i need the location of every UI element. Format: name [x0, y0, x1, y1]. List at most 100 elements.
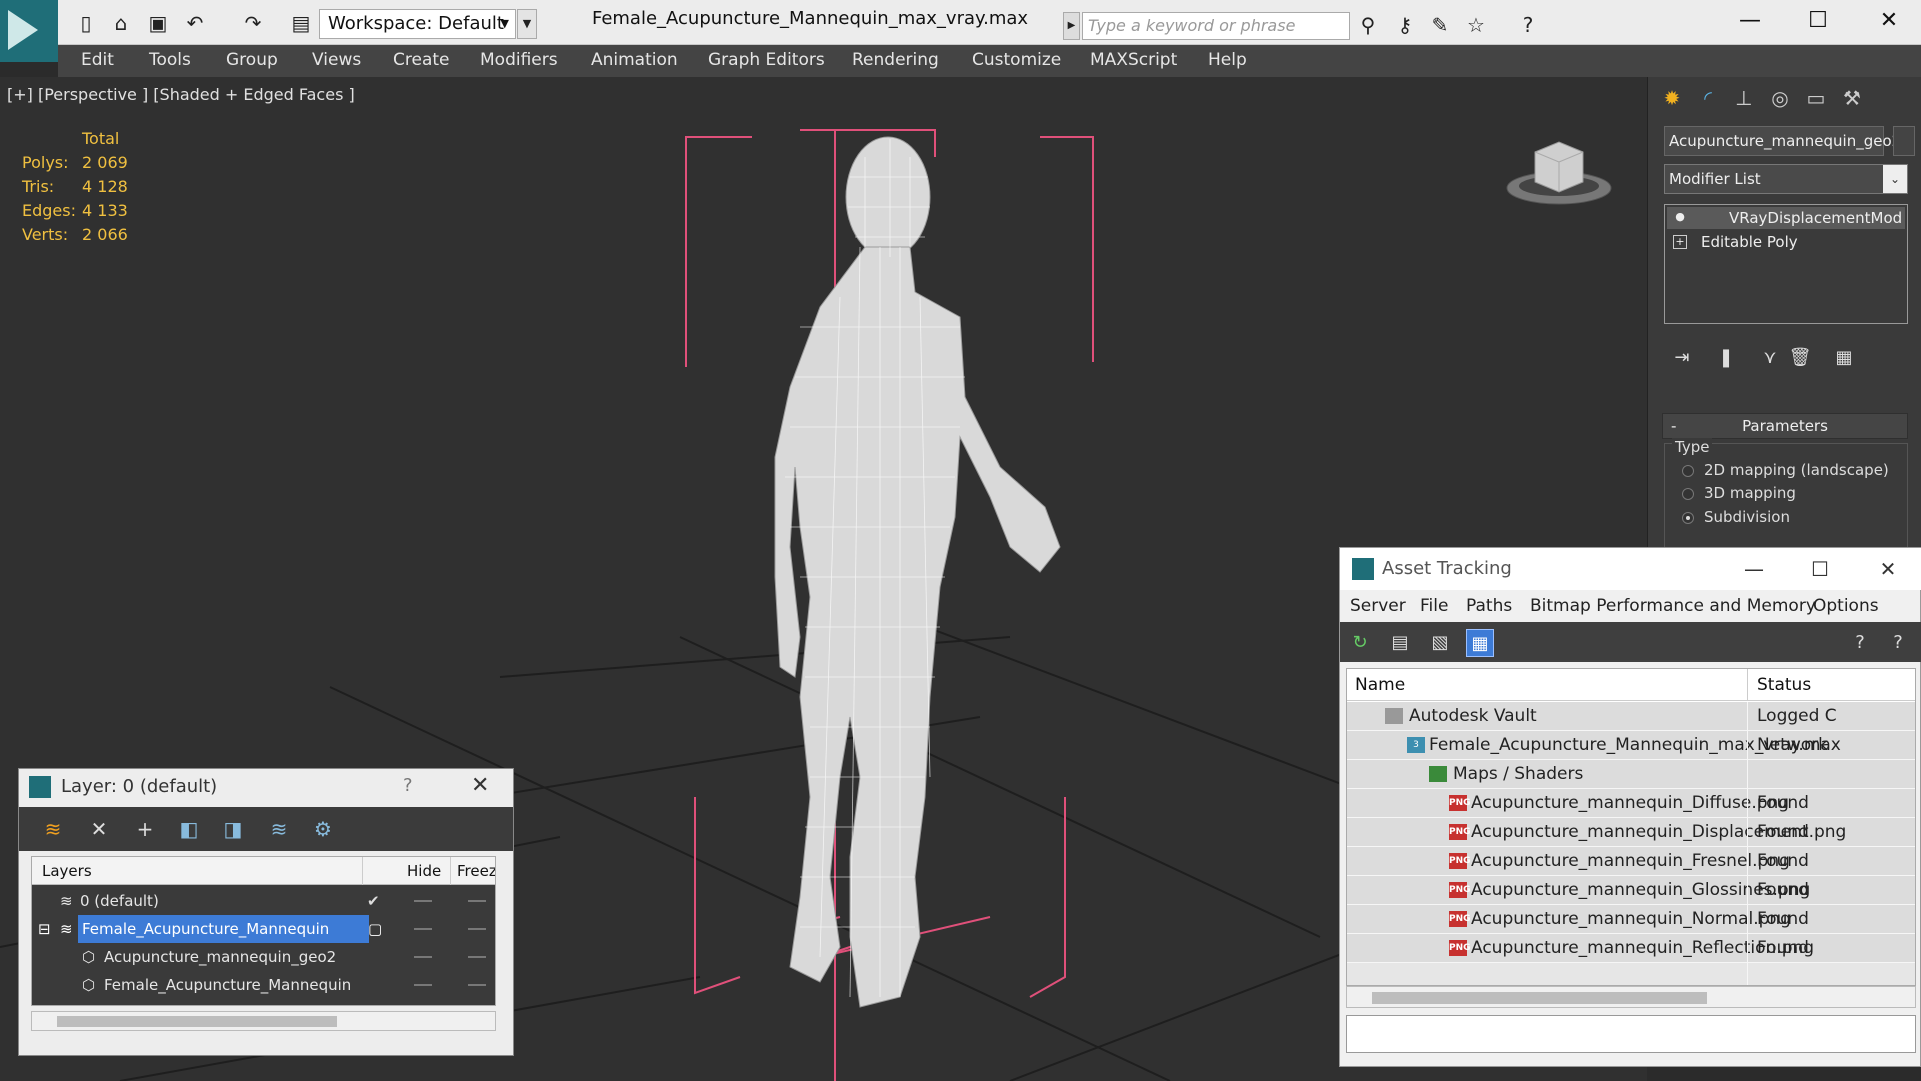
layer-settings-icon[interactable]: ⚙ — [309, 815, 337, 843]
motion-tab-icon[interactable]: ◎ — [1764, 82, 1796, 114]
save-icon[interactable]: ▣ — [145, 10, 171, 36]
layer-row[interactable]: ⬡ Female_Acupuncture_Mannequin — [32, 971, 495, 999]
asset-row[interactable]: PNG Acupuncture_mannequin_Glossines.png … — [1347, 876, 1915, 905]
help-icon[interactable]: ? — [1515, 12, 1541, 38]
parameters-rollout-header[interactable]: - Parameters — [1662, 413, 1908, 439]
asset-row[interactable]: PNG Acupuncture_mannequin_Fresnel.png Fo… — [1347, 847, 1915, 876]
maximize-button[interactable]: ☐ — [1793, 6, 1843, 36]
modifier-list-dropdown[interactable]: Modifier List ⌄ — [1664, 164, 1908, 194]
menu-graph-editors[interactable]: Graph Editors — [708, 50, 825, 70]
menu-paths[interactable]: Paths — [1466, 596, 1512, 616]
redo-icon[interactable]: ↷ — [240, 10, 266, 36]
create-tab-icon[interactable]: ✹ — [1656, 82, 1688, 114]
close-button[interactable]: ✕ — [1866, 554, 1910, 584]
column-hide[interactable]: Hide — [407, 862, 441, 880]
radio-2d-mapping[interactable]: 2D mapping (landscape) — [1682, 461, 1892, 483]
lightbulb-icon[interactable]: ● — [1673, 211, 1687, 225]
layer-row[interactable]: ≋ 0 (default) ✔ — [32, 887, 495, 915]
layer-row[interactable]: ⊟ ≋ Female_Acupuncture_Mannequin ▢ — [32, 915, 495, 943]
collapse-icon[interactable]: ⊟ — [38, 915, 51, 943]
menu-modifiers[interactable]: Modifiers — [480, 50, 558, 70]
freeze-toggle[interactable] — [468, 900, 486, 902]
help-icon[interactable]: ? — [1846, 629, 1874, 657]
current-layer-box-icon[interactable]: ▢ — [368, 915, 382, 943]
open-file-icon[interactable]: ⌂ — [108, 10, 134, 36]
scrollbar-thumb[interactable] — [1372, 992, 1707, 1004]
search-input[interactable]: Type a keyword or phrase — [1082, 12, 1350, 40]
expand-icon[interactable]: + — [1673, 235, 1687, 249]
list-view-icon[interactable]: ▤ — [1386, 629, 1414, 657]
hide-toggle[interactable] — [414, 928, 432, 930]
hide-toggle[interactable] — [414, 956, 432, 958]
radio-3d-mapping[interactable]: 3D mapping — [1682, 484, 1892, 506]
delete-layer-icon[interactable]: ✕ — [85, 815, 113, 843]
select-objects-icon[interactable]: ◧ — [175, 815, 203, 843]
hierarchy-tab-icon[interactable]: ⊥ — [1728, 82, 1760, 114]
set-current-layer-icon[interactable]: ≋ — [265, 815, 293, 843]
highlight-selected-icon[interactable]: ◨ — [219, 815, 247, 843]
menu-group[interactable]: Group — [226, 50, 278, 70]
horizontal-scrollbar[interactable] — [1346, 986, 1916, 1008]
table-view-icon[interactable]: ▦ — [1466, 629, 1494, 657]
help-button[interactable]: ? — [403, 775, 413, 796]
help-context-icon[interactable]: ? — [1884, 629, 1912, 657]
new-file-icon[interactable]: ▯ — [73, 10, 99, 36]
close-button[interactable]: ✕ — [471, 773, 489, 798]
asset-row[interactable]: PNG Acupuncture_mannequin_Normal.png Fou… — [1347, 905, 1915, 934]
freeze-toggle[interactable] — [468, 956, 486, 958]
workspace-menu-button[interactable]: ▼ — [517, 9, 537, 39]
layer-window-titlebar[interactable]: Layer: 0 (default) ? ✕ — [19, 769, 513, 805]
add-selection-icon[interactable]: + — [131, 815, 159, 843]
column-name[interactable]: Name — [1355, 675, 1405, 695]
freeze-toggle[interactable] — [468, 984, 486, 986]
menu-bitmap-performance[interactable]: Bitmap Performance and Memory — [1530, 596, 1816, 616]
stack-item-editable-poly[interactable]: + Editable Poly — [1667, 231, 1905, 253]
asset-row[interactable]: Maps / Shaders — [1347, 760, 1915, 789]
asset-row[interactable]: Autodesk Vault Logged C — [1347, 702, 1915, 731]
close-button[interactable]: ✕ — [1864, 6, 1914, 36]
layer-row[interactable]: ⬡ Acupuncture_mannequin_geo2 — [32, 943, 495, 971]
horizontal-scrollbar[interactable] — [31, 1011, 496, 1031]
menu-edit[interactable]: Edit — [81, 50, 114, 70]
new-layer-icon[interactable]: ≋ — [39, 815, 67, 843]
binoculars-icon[interactable]: ⚲ — [1355, 12, 1381, 38]
communication-icon[interactable]: ✎ — [1427, 12, 1453, 38]
display-tab-icon[interactable]: ▭ — [1800, 82, 1832, 114]
asset-status-field[interactable] — [1346, 1015, 1916, 1053]
menu-create[interactable]: Create — [393, 50, 450, 70]
radio-subdivision[interactable]: Subdivision — [1682, 508, 1892, 530]
asset-row[interactable]: PNG Acupuncture_mannequin_Reflection.png… — [1347, 934, 1915, 963]
remove-modifier-icon[interactable]: 🗑 — [1786, 345, 1814, 371]
make-unique-icon[interactable]: ⋎ — [1756, 345, 1784, 371]
key-icon[interactable]: ⚷ — [1392, 12, 1418, 38]
menu-options[interactable]: Options — [1813, 596, 1879, 616]
menu-file[interactable]: File — [1420, 596, 1448, 616]
workspace-dropdown[interactable]: Workspace: Default ▼ — [319, 9, 516, 39]
asset-row[interactable]: PNG Acupuncture_mannequin_Displacement.p… — [1347, 818, 1915, 847]
object-name-field[interactable]: Acupuncture_mannequin_geo2 — [1664, 126, 1901, 156]
app-logo-icon[interactable] — [0, 0, 58, 62]
object-color-swatch[interactable] — [1893, 126, 1915, 156]
pin-stack-icon[interactable]: ⇥ — [1668, 345, 1696, 371]
menu-help[interactable]: Help — [1208, 50, 1247, 70]
menu-customize[interactable]: Customize — [972, 50, 1061, 70]
stack-item-vray-displacement[interactable]: ● VRayDisplacementMod — [1667, 207, 1905, 229]
menu-server[interactable]: Server — [1350, 596, 1406, 616]
menu-views[interactable]: Views — [312, 50, 361, 70]
asset-row[interactable]: PNG Acupuncture_mannequin_Diffuse.png Fo… — [1347, 789, 1915, 818]
column-layers[interactable]: Layers — [42, 862, 92, 880]
scrollbar-thumb[interactable] — [57, 1016, 337, 1027]
viewport-label[interactable]: [+] [Perspective ] [Shaded + Edged Faces… — [7, 85, 355, 104]
modify-tab-icon[interactable]: ◜ — [1692, 82, 1724, 114]
hide-toggle[interactable] — [414, 984, 432, 986]
viewcube-icon[interactable] — [1505, 132, 1613, 212]
checkmark-icon[interactable]: ✔ — [367, 887, 380, 915]
hide-toggle[interactable] — [414, 900, 432, 902]
project-folder-icon[interactable]: ▤ — [288, 10, 314, 36]
menu-rendering[interactable]: Rendering — [852, 50, 939, 70]
undo-icon[interactable]: ↶ — [182, 10, 208, 36]
star-icon[interactable]: ☆ — [1463, 12, 1489, 38]
menu-maxscript[interactable]: MAXScript — [1090, 50, 1177, 70]
utilities-tab-icon[interactable]: ⚒ — [1836, 82, 1868, 114]
asset-row[interactable]: 3 Female_Acupuncture_Mannequin_max_vray.… — [1347, 731, 1915, 760]
